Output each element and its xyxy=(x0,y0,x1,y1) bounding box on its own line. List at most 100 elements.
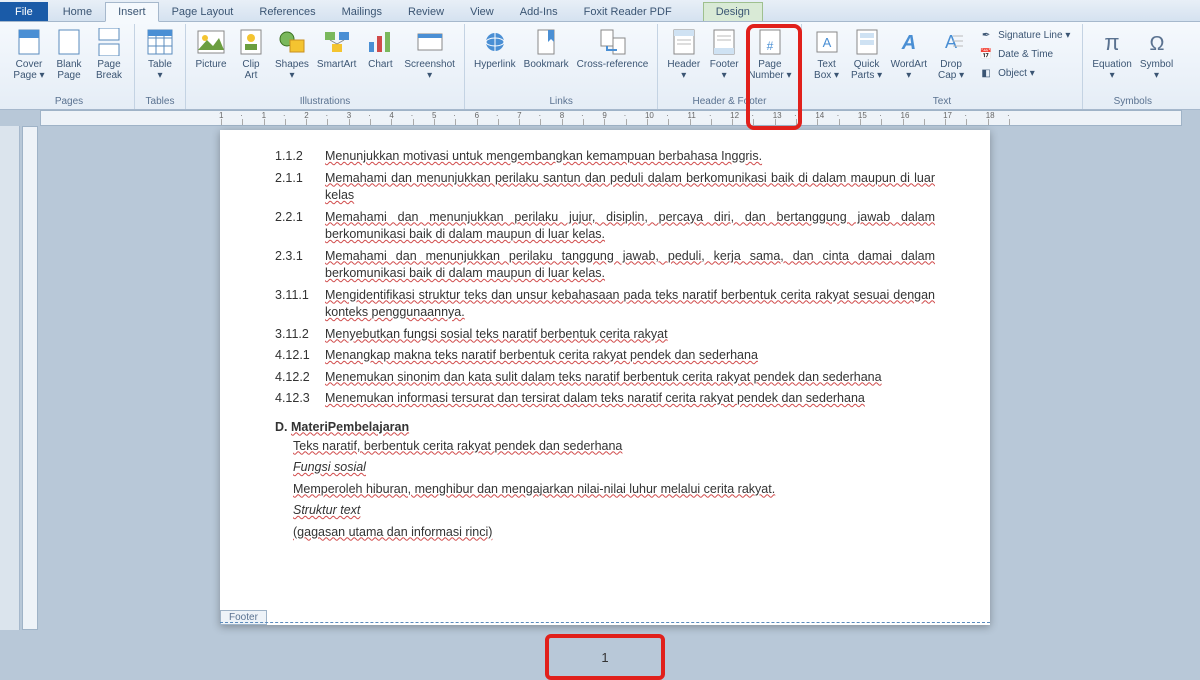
equation-icon: π xyxy=(1096,26,1128,58)
object-icon: ◧ xyxy=(978,65,994,81)
cover-page-icon xyxy=(13,26,45,58)
text-small-stack: ✒Signature Line ▾ 📅Date & Time ◧Object ▾ xyxy=(972,24,1076,95)
table-icon xyxy=(144,26,176,58)
header-icon xyxy=(668,26,700,58)
doc-line: 4.12.1Menangkap makna teks naratif berbe… xyxy=(275,347,935,365)
textbox-button[interactable]: AText Box ▾ xyxy=(808,24,846,95)
group-pages: Cover Page ▾ Blank Page Page Break Pages xyxy=(4,24,135,109)
header-button[interactable]: Header ▾ xyxy=(664,24,703,95)
page-number-icon: # xyxy=(754,26,786,58)
wordart-button[interactable]: AWordArt ▾ xyxy=(888,24,931,95)
hyperlink-icon xyxy=(479,26,511,58)
group-illustrations: Picture Clip Art Shapes ▾ SmartArt Chart… xyxy=(186,24,465,109)
section-heading: D. MateriPembelajaran xyxy=(275,420,935,434)
wordart-icon: A xyxy=(893,26,925,58)
doc-paragraph: (gagasan utama dan informasi rinci) xyxy=(293,524,935,542)
table-button[interactable]: Table ▾ xyxy=(141,24,179,95)
annotation-footer-page-number: 1 xyxy=(545,634,665,680)
footer-icon xyxy=(708,26,740,58)
screenshot-button[interactable]: Screenshot ▾ xyxy=(401,24,458,95)
doc-paragraph: Teks naratif, berbentuk cerita rakyat pe… xyxy=(293,438,935,456)
footer-button[interactable]: Footer ▾ xyxy=(705,24,743,95)
doc-line: 1.1.2Menunjukkan motivasi untuk mengemba… xyxy=(275,148,935,166)
cover-page-button[interactable]: Cover Page ▾ xyxy=(10,24,48,95)
ribbon: Cover Page ▾ Blank Page Page Break Pages… xyxy=(0,22,1200,110)
svg-text:π: π xyxy=(1105,30,1120,54)
picture-icon xyxy=(195,26,227,58)
nav-panel-collapsed[interactable] xyxy=(0,126,20,630)
group-label-headerfooter: Header & Footer xyxy=(664,95,794,109)
equation-button[interactable]: πEquation ▾ xyxy=(1089,24,1134,95)
page-number-value[interactable]: 1 xyxy=(601,650,608,665)
group-text: AText Box ▾ Quick Parts ▾ AWordArt ▾ ADr… xyxy=(802,24,1084,109)
svg-text:A: A xyxy=(945,32,957,52)
bookmark-icon xyxy=(530,26,562,58)
doc-paragraph: Memperoleh hiburan, menghibur dan mengaj… xyxy=(293,481,935,499)
tab-design[interactable]: Design xyxy=(703,2,763,21)
tab-insert[interactable]: Insert xyxy=(105,2,159,22)
tab-review[interactable]: Review xyxy=(395,2,457,21)
quickparts-icon xyxy=(851,26,883,58)
group-label-illustrations: Illustrations xyxy=(192,95,458,109)
tab-view[interactable]: View xyxy=(457,2,507,21)
group-label-pages: Pages xyxy=(10,95,128,109)
signature-line-button[interactable]: ✒Signature Line ▾ xyxy=(976,26,1072,44)
smartart-button[interactable]: SmartArt xyxy=(314,24,359,95)
svg-text:A: A xyxy=(822,35,831,50)
page-break-icon xyxy=(93,26,125,58)
date-time-button[interactable]: 📅Date & Time xyxy=(976,45,1072,63)
tab-addins[interactable]: Add-Ins xyxy=(507,2,571,21)
ribbon-tabs: File Home Insert Page Layout References … xyxy=(0,0,1200,22)
chart-icon xyxy=(364,26,396,58)
quickparts-button[interactable]: Quick Parts ▾ xyxy=(848,24,886,95)
doc-paragraph: Struktur text xyxy=(293,502,935,520)
screenshot-icon xyxy=(414,26,446,58)
date-time-icon: 📅 xyxy=(978,46,994,62)
group-header-footer: Header ▾ Footer ▾ #Page Number ▾ Header … xyxy=(658,24,801,109)
doc-line: 2.2.1Memahami dan menunjukkan perilaku j… xyxy=(275,209,935,244)
clipart-button[interactable]: Clip Art xyxy=(232,24,270,95)
tab-file[interactable]: File xyxy=(0,2,48,21)
shapes-icon xyxy=(276,26,308,58)
crossref-button[interactable]: Cross-reference xyxy=(574,24,652,95)
blank-page-button[interactable]: Blank Page xyxy=(50,24,88,95)
clipart-icon xyxy=(235,26,267,58)
signature-icon: ✒ xyxy=(978,27,994,43)
symbol-icon: Ω xyxy=(1141,26,1173,58)
page-number-button[interactable]: #Page Number ▾ xyxy=(745,24,794,95)
bookmark-button[interactable]: Bookmark xyxy=(521,24,572,95)
group-label-symbols: Symbols xyxy=(1089,95,1176,109)
page-break-button[interactable]: Page Break xyxy=(90,24,128,95)
dropcap-button[interactable]: ADrop Cap ▾ xyxy=(932,24,970,95)
blank-page-icon xyxy=(53,26,85,58)
hyperlink-button[interactable]: Hyperlink xyxy=(471,24,519,95)
textbox-icon: A xyxy=(811,26,843,58)
tab-home[interactable]: Home xyxy=(50,2,105,21)
tab-references[interactable]: References xyxy=(246,2,328,21)
symbol-button[interactable]: ΩSymbol ▾ xyxy=(1137,24,1176,95)
doc-line: 2.3.1Memahami dan menunjukkan perilaku t… xyxy=(275,248,935,283)
shapes-button[interactable]: Shapes ▾ xyxy=(272,24,312,95)
tab-mailings[interactable]: Mailings xyxy=(329,2,395,21)
smartart-icon xyxy=(321,26,353,58)
doc-line: 3.11.2Menyebutkan fungsi sosial teks nar… xyxy=(275,326,935,344)
footer-boundary xyxy=(220,622,990,623)
picture-button[interactable]: Picture xyxy=(192,24,230,95)
svg-text:A: A xyxy=(901,32,916,54)
dropcap-icon: A xyxy=(935,26,967,58)
svg-text:#: # xyxy=(767,39,774,53)
doc-line: 4.12.3Menemukan informasi tersurat dan t… xyxy=(275,390,935,408)
group-label-text: Text xyxy=(808,95,1077,109)
tab-foxit[interactable]: Foxit Reader PDF xyxy=(571,2,685,21)
group-links: Hyperlink Bookmark Cross-reference Links xyxy=(465,24,658,109)
ruler-horizontal[interactable]: 1·1·2·3·4·5·6·7·8·9·10·11·12·13·14·15·16… xyxy=(40,110,1182,126)
svg-text:Ω: Ω xyxy=(1149,33,1164,54)
document-page[interactable]: 1.1.2Menunjukkan motivasi untuk mengemba… xyxy=(220,130,990,625)
doc-line: 3.11.1Mengidentifikasi struktur teks dan… xyxy=(275,287,935,322)
ruler-vertical[interactable] xyxy=(22,126,38,630)
object-button[interactable]: ◧Object ▾ xyxy=(976,64,1072,82)
doc-line: 2.1.1Memahami dan menunjukkan perilaku s… xyxy=(275,170,935,205)
chart-button[interactable]: Chart xyxy=(361,24,399,95)
group-label-links: Links xyxy=(471,95,651,109)
tab-page-layout[interactable]: Page Layout xyxy=(159,2,247,21)
